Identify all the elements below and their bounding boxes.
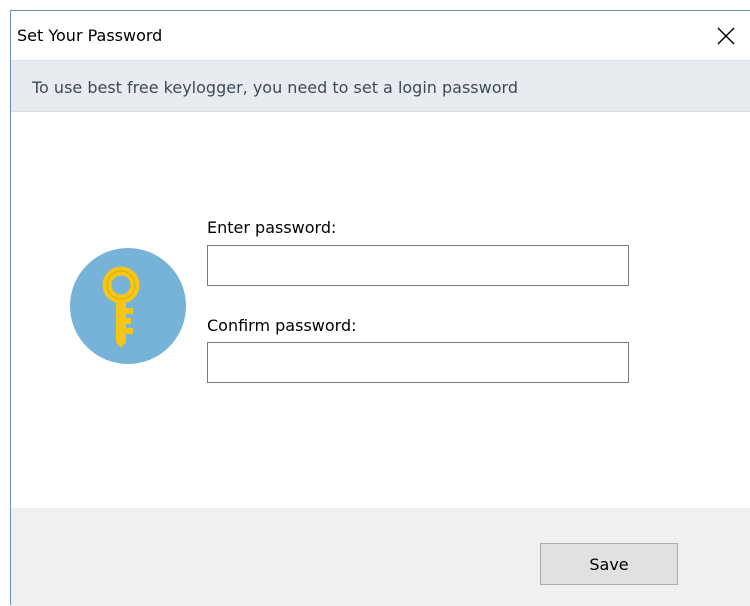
key-badge [70,248,186,364]
dialog-footer: Save [11,508,750,606]
enter-password-field[interactable] [207,245,629,286]
save-button[interactable]: Save [540,543,678,585]
key-icon [102,266,140,348]
close-button[interactable] [702,11,750,60]
banner-text: To use best free keylogger, you need to … [32,78,518,97]
set-password-dialog: Set Your Password To use best free keylo… [10,10,750,606]
confirm-password-label: Confirm password: [207,316,357,335]
confirm-password-field[interactable] [207,342,629,383]
title-bar: Set Your Password [11,11,750,60]
close-icon [717,27,735,44]
info-banner: To use best free keylogger, you need to … [11,60,750,112]
window-title: Set Your Password [17,26,163,45]
enter-password-label: Enter password: [207,218,337,237]
